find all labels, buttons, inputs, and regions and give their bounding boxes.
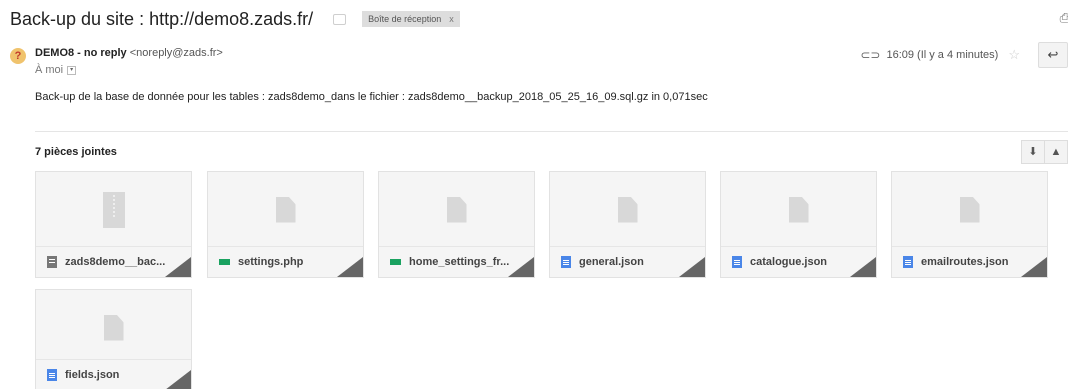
message-time: 16:09 (Il y a 4 minutes) [886, 49, 999, 61]
corner-fold [165, 257, 191, 277]
reply-button[interactable]: ↩ [1038, 42, 1068, 68]
document-icon [732, 256, 742, 268]
recipient-text: À moi [35, 64, 64, 76]
corner-fold [508, 257, 534, 277]
attachment-icon: ⊂⊃ [860, 48, 881, 62]
file-preview-icon [617, 196, 638, 223]
attachment-name: general.json [579, 256, 644, 268]
file-preview-icon [959, 196, 980, 223]
file-preview-icon [275, 196, 296, 223]
attachment-preview [36, 290, 191, 365]
sender-name[interactable]: DEMO8 - no reply [35, 47, 127, 59]
sender-email: <noreply@zads.fr> [129, 47, 223, 59]
save-to-drive-button[interactable]: ▲ [1044, 140, 1068, 164]
attachment-preview [379, 172, 534, 247]
code-file-icon [219, 259, 230, 265]
important-marker-icon[interactable] [333, 13, 347, 25]
attachment-preview [550, 172, 705, 247]
file-preview-icon [788, 196, 809, 223]
corner-fold [1021, 257, 1047, 277]
attachment-preview [208, 172, 363, 247]
code-file-icon [390, 259, 401, 265]
attachment-card[interactable]: settings.php [207, 171, 364, 278]
document-icon [561, 256, 571, 268]
attachment-name: emailroutes.json [921, 256, 1009, 268]
file-preview-icon [446, 196, 467, 223]
corner-fold [679, 257, 705, 277]
attachment-card[interactable]: emailroutes.json [891, 171, 1048, 278]
star-icon[interactable]: ☆ [1008, 47, 1020, 63]
attachment-card[interactable]: catalogue.json [720, 171, 877, 278]
attachment-card[interactable]: zads8demo__bac... [35, 171, 192, 278]
file-preview-icon [103, 314, 124, 341]
corner-fold [165, 370, 191, 389]
attachment-name: zads8demo__bac... [65, 256, 166, 268]
message-meta: ⊂⊃ 16:09 (Il y a 4 minutes) ☆ [860, 47, 1020, 63]
email-subject: Back-up du site : http://demo8.zads.fr/ [10, 8, 314, 29]
attachment-footer: general.json [550, 246, 705, 277]
attachment-footer: settings.php [208, 246, 363, 277]
attachment-preview [36, 172, 191, 247]
attachment-footer: emailroutes.json [892, 246, 1047, 277]
sender-avatar: ? [10, 48, 26, 64]
attachment-footer: home_settings_fr... [379, 246, 534, 277]
attachment-preview [892, 172, 1047, 247]
attachment-card[interactable]: fields.json [35, 289, 192, 389]
attachment-footer: catalogue.json [721, 246, 876, 277]
attachment-name: settings.php [238, 256, 304, 268]
recipient-line: À moi ▾ [35, 64, 77, 76]
attachment-footer: zads8demo__bac... [36, 246, 191, 277]
attachment-footer: fields.json [36, 359, 191, 389]
attachment-name: catalogue.json [750, 256, 828, 268]
remove-label-icon[interactable]: x [449, 14, 454, 24]
download-all-button[interactable]: ⬇ [1021, 140, 1045, 164]
print-icon[interactable]: ⎙ [1060, 10, 1068, 26]
attachments-toolbar: ⬇ ▲ [1021, 140, 1068, 164]
attachment-card[interactable]: general.json [549, 171, 706, 278]
attachment-card[interactable]: home_settings_fr... [378, 171, 535, 278]
message-body: Back-up de la base de donnée pour les ta… [35, 91, 708, 103]
archive-icon [47, 256, 57, 268]
corner-fold [850, 257, 876, 277]
attachments-header: 7 pièces jointes [35, 146, 117, 158]
corner-fold [337, 257, 363, 277]
subject-row: Back-up du site : http://demo8.zads.fr/ … [10, 6, 460, 32]
attachment-name: home_settings_fr... [409, 256, 510, 268]
divider [35, 131, 1068, 132]
inbox-label-text: Boîte de réception [368, 14, 442, 24]
archive-preview-icon [102, 191, 125, 228]
attachment-name: fields.json [65, 369, 120, 381]
sender-line: DEMO8 - no reply <noreply@zads.fr> [35, 47, 223, 59]
attachment-preview [721, 172, 876, 247]
inbox-label-chip[interactable]: Boîte de réception x [362, 11, 460, 27]
document-icon [903, 256, 913, 268]
document-icon [47, 369, 57, 381]
recipient-details-dropdown-icon[interactable]: ▾ [67, 65, 77, 75]
